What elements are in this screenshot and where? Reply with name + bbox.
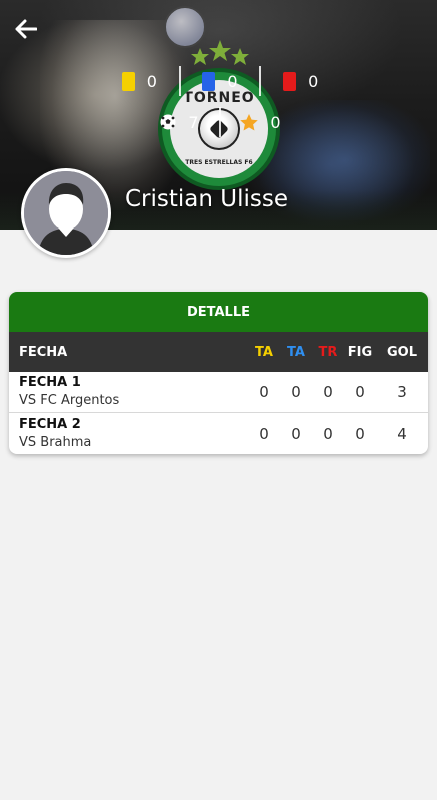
avatar bbox=[21, 168, 111, 258]
logo-subtitle: TRES ESTRELLAS F6 bbox=[185, 159, 253, 166]
stars-icon bbox=[191, 40, 249, 65]
row-gol: 3 bbox=[397, 383, 407, 401]
back-button[interactable] bbox=[12, 15, 40, 43]
row-date: FECHA 2 bbox=[19, 416, 81, 432]
row-fig: 0 bbox=[355, 383, 365, 401]
row-ta-yellow: 0 bbox=[259, 383, 269, 401]
goals-stat: 7 bbox=[140, 107, 219, 137]
performance-stats-row: 7 0 bbox=[140, 107, 300, 137]
row-tr: 0 bbox=[323, 424, 333, 443]
table-header: FECHA TA TA TR FIG GOL bbox=[9, 332, 428, 372]
row-opponent: VS FC Argentos bbox=[19, 393, 120, 408]
row-fig: 0 bbox=[355, 424, 365, 443]
blue-card-count: 0 bbox=[227, 71, 238, 91]
yellow-card-stat: 0 bbox=[100, 66, 179, 96]
card-stats-row: 0 0 0 bbox=[100, 66, 340, 96]
yellow-card-icon bbox=[121, 71, 135, 91]
column-ta-blue: TA bbox=[287, 344, 305, 360]
row-date: FECHA 1 bbox=[19, 375, 81, 390]
red-card-count: 0 bbox=[308, 71, 319, 91]
yellow-card-count: 0 bbox=[146, 71, 157, 91]
table-row[interactable]: FECHA 2 VS Brahma 0 0 0 0 4 bbox=[9, 413, 428, 454]
column-fecha: FECHA bbox=[19, 344, 68, 360]
column-ta-yellow: TA bbox=[255, 344, 273, 360]
row-ta-yellow: 0 bbox=[259, 424, 269, 443]
goals-count: 7 bbox=[188, 112, 199, 132]
row-ta-blue: 0 bbox=[291, 383, 301, 401]
blue-card-stat: 0 bbox=[178, 66, 260, 96]
row-ta-blue: 0 bbox=[291, 424, 301, 443]
detail-panel: DETALLE FECHA TA TA TR FIG GOL FECHA 1 V… bbox=[9, 292, 428, 454]
default-avatar-icon bbox=[24, 171, 108, 255]
arrow-left-icon bbox=[15, 19, 37, 39]
player-name: Cristian Ulisse bbox=[125, 186, 289, 212]
detail-title: DETALLE bbox=[9, 292, 428, 332]
column-tr: TR bbox=[318, 344, 338, 360]
blue-card-icon bbox=[202, 71, 216, 91]
row-opponent: VS Brahma bbox=[19, 434, 92, 450]
soccer-ball-icon bbox=[160, 114, 176, 130]
column-gol: GOL bbox=[386, 344, 417, 360]
column-fig: FIG bbox=[347, 344, 373, 360]
star-icon bbox=[240, 113, 259, 130]
red-card-icon bbox=[283, 71, 297, 91]
row-gol: 4 bbox=[397, 424, 407, 443]
table-row[interactable]: FECHA 1 VS FC Argentos 0 0 0 0 3 bbox=[9, 372, 428, 413]
row-tr: 0 bbox=[323, 383, 333, 401]
star-count: 0 bbox=[270, 112, 281, 132]
star-stat: 0 bbox=[219, 107, 300, 137]
red-card-stat: 0 bbox=[259, 66, 340, 96]
